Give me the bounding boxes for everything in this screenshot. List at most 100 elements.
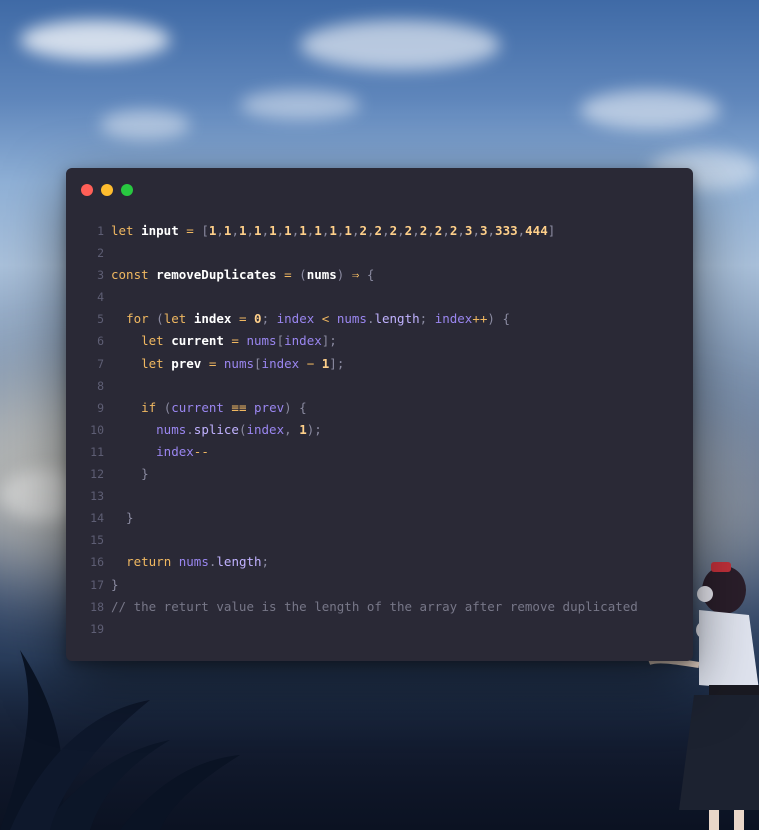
maximize-window-button[interactable] bbox=[121, 184, 133, 196]
code-line: 13 bbox=[88, 485, 688, 507]
line-number: 18 bbox=[90, 599, 104, 614]
code-token: , bbox=[231, 223, 239, 238]
code-token: , bbox=[216, 223, 224, 238]
code-token: prev bbox=[254, 399, 285, 415]
code-token: , bbox=[382, 223, 390, 238]
code-token: } bbox=[111, 466, 149, 482]
code-line: 2 bbox=[88, 242, 688, 264]
code-window: 1 let input = [1,1,1,1,1,1,1,1,1,1,2,2,2,… bbox=[66, 168, 693, 661]
line-number: 5 bbox=[97, 312, 104, 327]
code-line: 7 let prev = nums[index − 1]; bbox=[88, 353, 688, 375]
code-token: ( bbox=[299, 267, 307, 283]
close-window-button[interactable] bbox=[81, 184, 93, 196]
code-token: [ bbox=[276, 333, 285, 349]
code-token: 2 bbox=[374, 223, 383, 238]
code-token: , bbox=[457, 223, 465, 238]
code-token: 2 bbox=[359, 223, 368, 238]
code-token: nums bbox=[156, 421, 187, 437]
code-token: } bbox=[111, 510, 134, 526]
code-token: , bbox=[427, 223, 435, 238]
code-token: index bbox=[434, 311, 473, 327]
code-line: 18 // the returt value is the length of t… bbox=[88, 596, 688, 618]
code-token: removeDuplicates bbox=[156, 267, 277, 283]
code-line: 3 const removeDuplicates = (nums) ⇒ { bbox=[88, 264, 688, 286]
line-number: 7 bbox=[97, 356, 104, 371]
code-line: 10 nums.splice(index, 1); bbox=[88, 419, 688, 441]
code-token: , bbox=[472, 223, 480, 238]
code-token: < bbox=[314, 311, 337, 327]
code-token: ⇒ bbox=[344, 267, 367, 283]
code-block: 1 let input = [1,1,1,1,1,1,1,1,1,1,2,2,2,… bbox=[88, 220, 688, 640]
code-line: 14 } bbox=[88, 507, 688, 529]
line-number: 6 bbox=[97, 334, 104, 349]
code-line: 19 bbox=[88, 618, 688, 640]
code-line: 9 if (current ≡≡ prev) { bbox=[88, 397, 688, 419]
code-token: , bbox=[487, 223, 496, 238]
code-token: // the returt value is the length of the… bbox=[111, 598, 638, 614]
code-token: = bbox=[223, 333, 247, 349]
code-token: prev bbox=[171, 355, 202, 371]
code-token: length bbox=[216, 554, 262, 570]
code-line: 8 bbox=[88, 375, 688, 397]
code-token: -- bbox=[193, 443, 209, 459]
code-token: , bbox=[442, 223, 450, 238]
code-token: input bbox=[141, 223, 179, 238]
code-token: ); bbox=[306, 421, 322, 437]
code-token: nums bbox=[178, 554, 209, 570]
code-token: = bbox=[201, 355, 224, 371]
code-token: index bbox=[246, 421, 285, 437]
code-token: let bbox=[111, 223, 142, 238]
code-token: 444 bbox=[525, 223, 548, 238]
code-token: 1 bbox=[284, 223, 292, 238]
code-token: 1 bbox=[299, 421, 307, 437]
line-number: 12 bbox=[90, 467, 104, 482]
code-token: } bbox=[111, 576, 119, 592]
code-token: { bbox=[366, 267, 375, 283]
code-token: 333 bbox=[495, 223, 518, 238]
code-token: 0 bbox=[254, 311, 262, 327]
code-token: nums bbox=[306, 267, 337, 283]
code-token: . bbox=[186, 421, 194, 437]
code-token: nums bbox=[336, 311, 367, 327]
code-token: [ bbox=[201, 223, 209, 238]
line-number: 1 bbox=[97, 224, 104, 238]
line-number: 8 bbox=[97, 378, 104, 393]
code-token: − bbox=[299, 355, 322, 371]
code-token: 1 bbox=[299, 223, 307, 238]
code-token: let bbox=[163, 311, 194, 327]
code-line: 5 for (let index = 0; index < nums.lengt… bbox=[88, 308, 688, 330]
code-token: [ bbox=[254, 355, 262, 371]
code-token: , bbox=[284, 421, 300, 437]
line-number: 15 bbox=[90, 533, 104, 548]
code-token: for bbox=[126, 311, 157, 327]
code-line: 11 index-- bbox=[88, 441, 688, 463]
code-token: 2 bbox=[389, 223, 398, 238]
line-number: 9 bbox=[97, 400, 104, 415]
code-token: length bbox=[374, 311, 420, 327]
code-token: index bbox=[261, 355, 300, 371]
code-token: ++ bbox=[472, 311, 488, 327]
code-token: , bbox=[261, 223, 270, 238]
code-token: index bbox=[276, 311, 315, 327]
code-token: return bbox=[126, 554, 179, 570]
code-token: 1 bbox=[238, 223, 247, 238]
code-token: current bbox=[171, 399, 224, 415]
line-number: 2 bbox=[97, 246, 104, 261]
line-number: 14 bbox=[90, 511, 104, 526]
minimize-window-button[interactable] bbox=[101, 184, 113, 196]
code-token: , bbox=[412, 223, 420, 238]
code-token: index bbox=[156, 443, 194, 459]
code-token: nums bbox=[246, 333, 277, 349]
code-token: ; bbox=[261, 554, 270, 570]
code-token: ) { bbox=[487, 311, 510, 327]
code-token: 1 bbox=[314, 223, 322, 238]
code-token: , bbox=[246, 223, 255, 238]
line-number: 4 bbox=[97, 290, 104, 305]
code-token: ; bbox=[419, 311, 435, 327]
code-line: 6 let current = nums[index]; bbox=[88, 330, 688, 352]
code-token: const bbox=[111, 267, 157, 283]
